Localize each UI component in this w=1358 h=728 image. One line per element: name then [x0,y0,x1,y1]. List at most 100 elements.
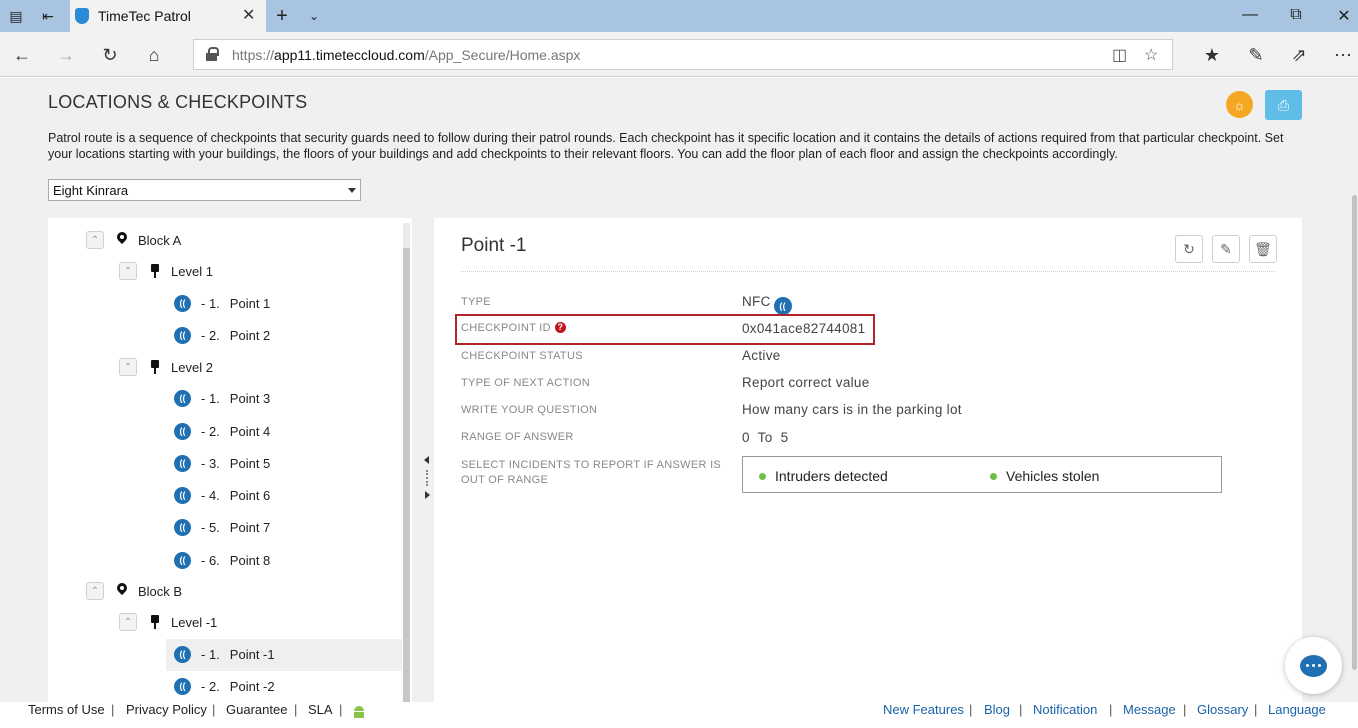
point-name: Point 7 [229,519,271,535]
sync-button[interactable]: ↻ [1175,235,1203,263]
point-index: - 1. [201,390,220,406]
share-icon[interactable]: ⇗ [1288,44,1310,66]
page-scrollbar-thumb[interactable] [1352,195,1357,670]
back-icon[interactable]: ← [11,44,33,66]
sla-link[interactable]: SLA [308,702,333,717]
splitter-handle[interactable] [426,470,428,486]
restore-icon[interactable]: ⧉ [1281,6,1311,24]
chevron-down-icon[interactable]: ⌄ [304,6,324,26]
point-name: Point 8 [229,552,271,568]
tree-scrollbar-thumb[interactable] [403,248,410,703]
tree-node-point[interactable]: (( - 5. Point 7 [174,514,270,540]
checkpoint-title: Point -1 [461,235,527,256]
delete-button[interactable]: 🗑 [1249,235,1277,263]
next-action-label: TYPE OF NEXT ACTION [461,377,590,389]
point-index: - 5. [201,519,220,535]
point-name: Point 4 [229,423,271,439]
tree-node-point[interactable]: (( - 1. Point 1 [174,290,270,316]
tab-actions-icon[interactable]: ▤ [6,6,26,26]
collapse-icon[interactable]: ⌃ [119,262,137,280]
tree-node-block-b[interactable]: ⌃ Block B [86,578,182,604]
tips-button[interactable]: ☼ [1226,91,1253,118]
guarantee-link[interactable]: Guarantee [226,702,287,717]
point-index: - 2. [201,678,220,694]
privacy-link[interactable]: Privacy Policy [126,702,207,717]
new-tab-icon[interactable]: + [272,5,292,27]
point-name: Point -2 [229,678,275,694]
language-link[interactable]: Language [1268,702,1326,717]
page-description: Patrol route is a sequence of checkpoint… [48,131,1284,161]
terms-link[interactable]: Terms of Use [28,702,105,717]
separator: | [969,702,973,717]
location-select[interactable]: Eight Kinrara [48,179,361,201]
range-label: RANGE OF ANSWER [461,431,574,443]
reading-view-icon[interactable]: ◫ [1112,45,1127,65]
tree-node-point[interactable]: (( - 2. Point -2 [174,673,275,699]
point-name: Point 2 [229,327,271,343]
tree-node-point[interactable]: (( - 1. Point 3 [174,385,270,411]
pushpin-icon [149,615,161,629]
tree-node-level-minus-1[interactable]: ⌃ Level -1 [119,609,217,635]
star-icon[interactable]: ☆ [1144,45,1158,65]
close-window-icon[interactable]: ✕ [1329,6,1358,26]
new-features-link[interactable]: New Features [883,702,964,717]
print-icon: ⎙ [1277,96,1290,113]
checkpoint-id-value: 0x041ace82744081 [742,321,866,336]
collapse-left-icon[interactable] [424,456,429,464]
incident-tag: Intruders detected [759,468,888,484]
divider [461,271,1276,272]
more-icon[interactable]: ⋯ [1332,44,1354,66]
tree-node-level-2[interactable]: ⌃ Level 2 [119,354,213,380]
help-icon[interactable]: ? [554,322,566,333]
pushpin-icon [149,360,161,374]
glossary-link[interactable]: Glossary [1197,702,1248,717]
question-value: How many cars is in the parking lot [742,402,962,417]
nfc-icon: (( [174,326,191,344]
browser-tab[interactable]: TimeTec Patrol ✕ [70,0,266,32]
home-icon[interactable]: ⌂ [143,44,165,66]
notification-link[interactable]: Notification [1033,702,1097,717]
blog-link[interactable]: Blog [984,702,1010,717]
pen-icon[interactable]: ✎ [1245,44,1267,66]
tree-node-point-selected[interactable]: (( - 1. Point -1 [174,641,275,667]
tree-node-point[interactable]: (( - 6. Point 8 [174,547,270,573]
print-button[interactable]: ⎙ [1265,90,1302,120]
refresh-icon[interactable]: ↻ [99,44,121,66]
location-select-value: Eight Kinrara [53,183,129,198]
lightbulb-icon: ☼ [1233,96,1246,113]
tree-node-point[interactable]: (( - 3. Point 5 [174,450,270,476]
tree-node-point[interactable]: (( - 4. Point 6 [174,482,270,508]
tree-node-label: Level -1 [171,614,218,630]
expand-right-icon[interactable] [425,491,430,499]
collapse-icon[interactable]: ⌃ [119,613,137,631]
tree-node-block-a[interactable]: ⌃ Block A [86,227,181,253]
point-index: - 4. [201,487,220,503]
favorites-icon[interactable]: ★ [1201,44,1223,66]
tree-node-point[interactable]: (( - 2. Point 4 [174,418,270,444]
message-link[interactable]: Message [1123,702,1176,717]
tree-node-label: Level 1 [171,263,213,279]
tree-node-point[interactable]: (( - 2. Point 2 [174,322,270,348]
collapse-icon[interactable]: ⌃ [119,358,137,376]
nfc-icon: (( [773,297,792,315]
next-action-value: Report correct value [742,375,870,390]
edit-button[interactable]: ✎ [1212,235,1240,263]
address-bar[interactable]: https://app11.timeteccloud.com/App_Secur… [193,39,1173,70]
tree-node-level-1[interactable]: ⌃ Level 1 [119,258,213,284]
pushpin-icon [149,264,161,278]
point-name: Point 5 [229,455,271,471]
collapse-icon[interactable]: ⌃ [86,231,104,249]
set-tabs-aside-icon[interactable]: ⇤ [38,6,58,26]
minimize-icon[interactable]: — [1235,6,1265,24]
close-tab-icon[interactable]: ✕ [242,5,255,25]
separator: | [339,702,343,717]
chat-button[interactable] [1285,637,1342,694]
separator: | [1109,702,1113,717]
chat-icon [1300,654,1327,677]
type-value: NFC(( [742,294,792,315]
shield-icon [75,8,89,24]
android-icon[interactable] [352,706,366,718]
collapse-icon[interactable]: ⌃ [86,582,104,600]
separator: | [1254,702,1258,717]
forward-icon[interactable]: → [55,44,77,66]
